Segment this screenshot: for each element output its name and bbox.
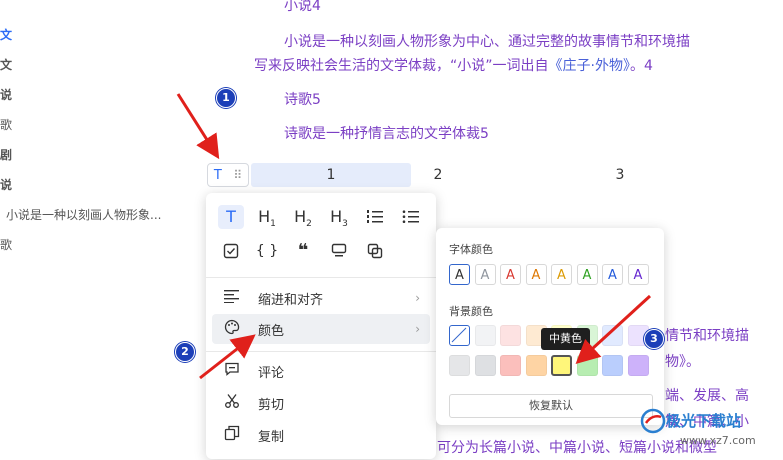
step-badge-2: 2 <box>175 342 195 362</box>
annotation-arrows <box>176 93 652 380</box>
arrow-2 <box>199 334 256 380</box>
watermark-text: 极光下载站 <box>666 412 742 430</box>
arrow-3 <box>575 294 652 365</box>
watermark-url: www.xz7.com <box>680 434 756 447</box>
step-badge-3: 3 <box>644 329 664 349</box>
arrow-1 <box>176 93 220 160</box>
step-badge-1: 1 <box>216 88 236 108</box>
watermark: 极光下载站 www.xz7.com <box>640 408 780 456</box>
watermark-logo-icon <box>640 408 666 434</box>
